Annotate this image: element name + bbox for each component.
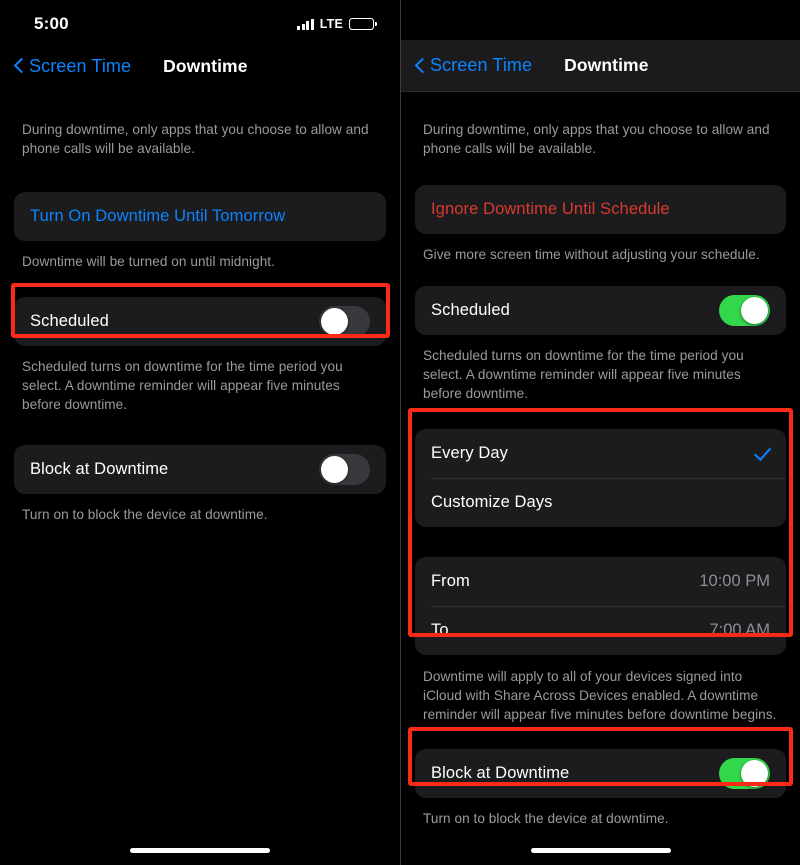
scheduled-toggle-right[interactable] <box>719 294 770 326</box>
checkmark-icon <box>754 445 770 461</box>
navigation-bar-right: Screen Time Downtime <box>401 40 800 92</box>
scheduled-toggle[interactable] <box>319 305 370 337</box>
block-at-downtime-label: Block at Downtime <box>30 459 169 478</box>
right-phone-screen: Screen Time Downtime During downtime, on… <box>400 0 800 865</box>
status-bar-time: 5:00 <box>34 14 69 33</box>
scheduled-row[interactable]: Scheduled <box>14 297 386 346</box>
back-button-label: Screen Time <box>29 55 132 76</box>
scheduled-card-right: Scheduled <box>415 285 786 335</box>
left-phone-screen: 5:00 LTE Screen Time Downtime During dow… <box>0 0 400 865</box>
scheduled-label: Scheduled <box>30 311 109 330</box>
intro-description: During downtime, only apps that you choo… <box>22 122 369 157</box>
from-label: From <box>431 571 470 590</box>
from-row[interactable]: From 10:00 PM <box>415 557 786 606</box>
to-row[interactable]: To 7:00 AM <box>415 605 786 655</box>
customize-days-row[interactable]: Customize Days <box>415 477 786 527</box>
ignore-downtime-label: Ignore Downtime Until Schedule <box>431 199 670 218</box>
home-indicator-right <box>530 848 671 853</box>
block-at-downtime-toggle[interactable] <box>319 453 370 485</box>
chevron-left-icon <box>415 57 426 75</box>
turn-on-downtime-card: Turn On Downtime Until Tomorrow <box>14 191 386 241</box>
network-type-label: LTE <box>319 17 343 31</box>
ignore-downtime-card: Ignore Downtime Until Schedule <box>415 184 786 234</box>
every-day-label: Every Day <box>431 443 509 462</box>
scheduled-row-right[interactable]: Scheduled <box>415 286 786 335</box>
scheduled-label-right: Scheduled <box>431 300 510 319</box>
back-button-right[interactable]: Screen Time <box>415 55 532 76</box>
from-value: 10:00 PM <box>699 571 770 590</box>
back-button-label-right: Screen Time <box>430 55 533 75</box>
page-title-right: Downtime <box>564 55 649 75</box>
schedule-footnote: Downtime will apply to all of your devic… <box>423 668 777 723</box>
navigation-bar: Screen Time Downtime <box>0 40 400 92</box>
block-at-downtime-row-right[interactable]: Block at Downtime <box>415 749 786 798</box>
block-at-downtime-card-right: Block at Downtime <box>415 748 786 798</box>
dual-screenshot-container: 5:00 LTE Screen Time Downtime During dow… <box>0 0 800 865</box>
block-at-downtime-footnote-right: Turn on to block the device at downtime. <box>423 810 669 826</box>
block-at-downtime-label-right: Block at Downtime <box>431 763 570 782</box>
block-at-downtime-card: Block at Downtime <box>14 444 386 494</box>
status-bar-indicators: LTE <box>297 17 377 31</box>
ignore-downtime-button[interactable]: Ignore Downtime Until Schedule <box>415 185 786 234</box>
battery-icon <box>349 18 377 30</box>
block-at-downtime-row[interactable]: Block at Downtime <box>14 445 386 494</box>
scheduled-footnote-right: Scheduled turns on downtime for the time… <box>423 347 744 402</box>
cellular-signal-icon <box>297 18 314 30</box>
page-title: Downtime <box>163 55 248 76</box>
time-range-card: From 10:00 PM To 7:00 AM <box>415 556 786 655</box>
chevron-left-icon <box>14 57 25 75</box>
to-value: 7:00 AM <box>709 620 770 639</box>
scheduled-footnote: Scheduled turns on downtime for the time… <box>22 358 343 413</box>
back-button[interactable]: Screen Time <box>14 56 131 77</box>
intro-description-right: During downtime, only apps that you choo… <box>423 122 770 157</box>
to-label: To <box>431 620 449 639</box>
scheduled-card: Scheduled <box>14 296 386 346</box>
right-status-bar-spacer <box>401 0 800 40</box>
turn-on-downtime-footnote: Downtime will be turned on until midnigh… <box>22 253 275 269</box>
status-bar: 5:00 LTE <box>0 0 400 40</box>
ignore-downtime-footnote: Give more screen time without adjusting … <box>423 246 760 262</box>
home-indicator <box>130 848 270 853</box>
block-at-downtime-toggle-right[interactable] <box>719 757 770 789</box>
right-content: During downtime, only apps that you choo… <box>401 120 800 828</box>
block-at-downtime-footnote: Turn on to block the device at downtime. <box>22 506 268 522</box>
turn-on-downtime-label: Turn On Downtime Until Tomorrow <box>30 206 286 225</box>
every-day-row[interactable]: Every Day <box>415 429 786 478</box>
days-selection-card: Every Day Customize Days <box>415 428 786 527</box>
customize-days-label: Customize Days <box>431 492 553 511</box>
turn-on-downtime-button[interactable]: Turn On Downtime Until Tomorrow <box>14 192 386 241</box>
left-content: During downtime, only apps that you choo… <box>0 120 400 524</box>
